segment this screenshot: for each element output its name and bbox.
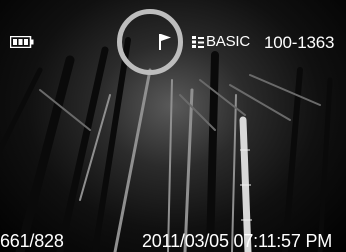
battery-full-icon xyxy=(10,36,34,48)
frame-counter: 661/828 xyxy=(0,231,64,251)
image-quality-label: BASIC xyxy=(206,33,251,50)
highlight-ring xyxy=(117,9,183,75)
file-number: 100-1363 xyxy=(264,33,335,52)
quality-grid-icon xyxy=(192,36,204,48)
capture-datetime: 2011/03/05 07:11:57 PM xyxy=(142,231,333,251)
camera-playback-screen: BASIC 100-1363 661/828 2011/03/05 07:11:… xyxy=(0,0,346,252)
